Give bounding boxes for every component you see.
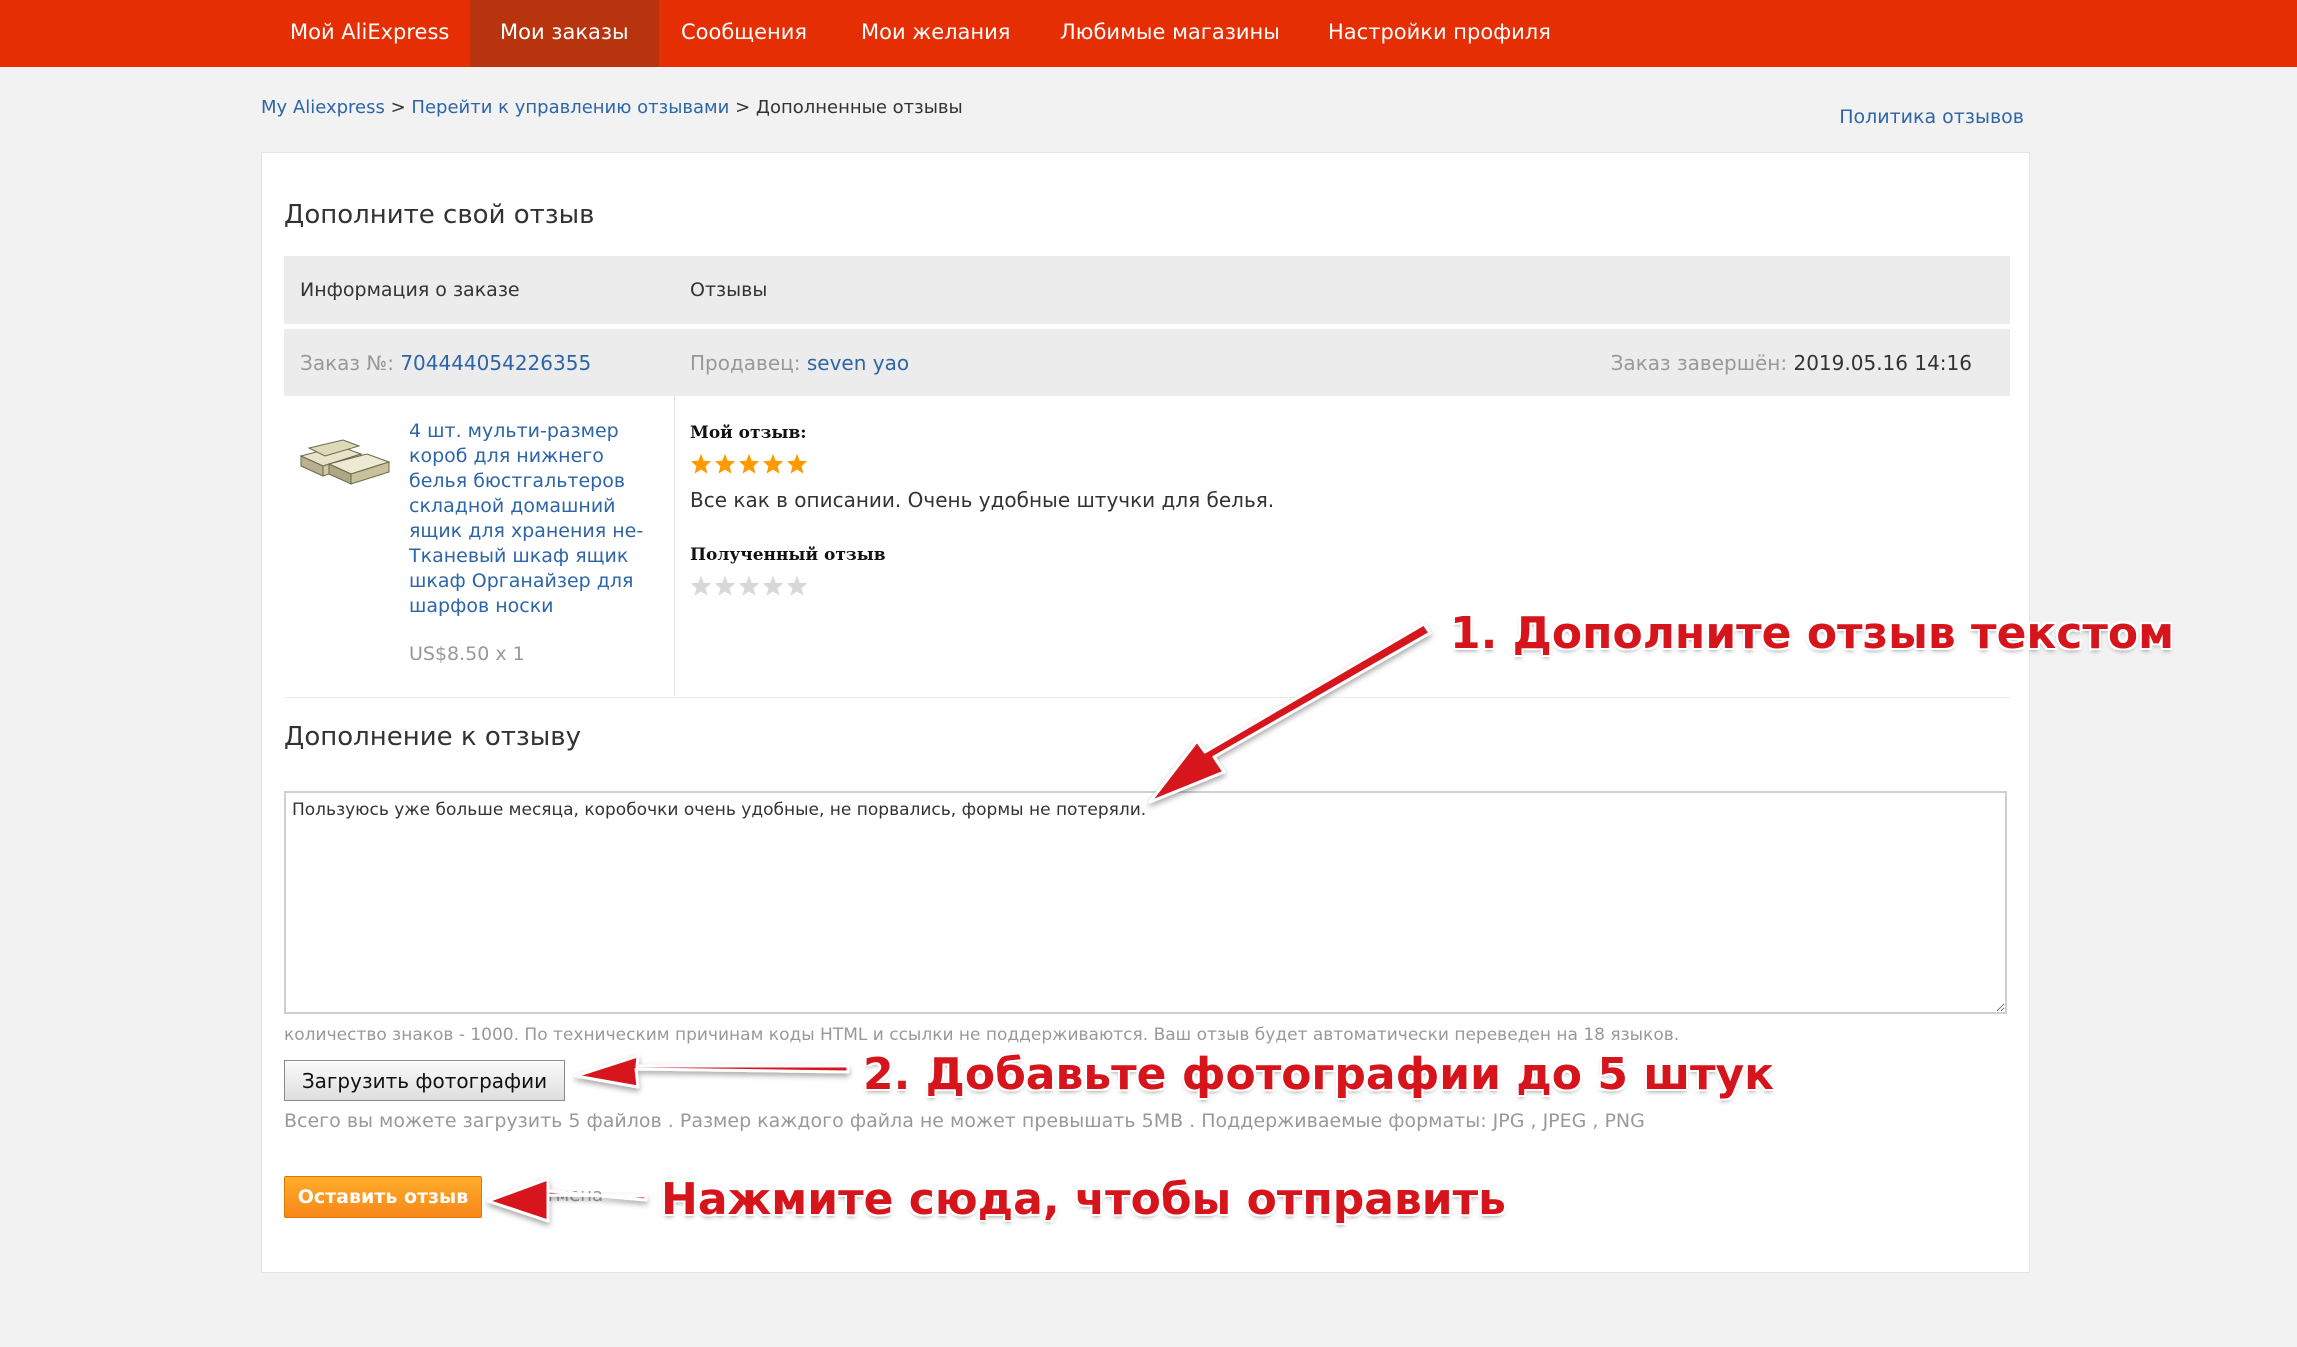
annotation-step-1: 1. Дополните отзыв текстом: [1450, 608, 2175, 659]
product-thumbnail[interactable]: [299, 436, 391, 488]
seller-label: Продавец:: [690, 351, 807, 375]
review-policy-link[interactable]: Политика отзывов: [1839, 106, 2024, 128]
supplement-title: Дополнение к отзыву: [284, 722, 581, 752]
product-title-link[interactable]: 4 шт. мульти-размер короб для нижнего бе…: [409, 419, 659, 619]
submit-review-button[interactable]: Оставить отзыв: [284, 1176, 482, 1218]
section-divider: [284, 697, 2010, 698]
received-review-label: Полученный отзыв: [690, 545, 886, 565]
star-filled-icon: [786, 453, 808, 474]
page-title: Дополните свой отзыв: [284, 200, 595, 230]
my-review-rating: [690, 453, 808, 475]
upload-photos-button[interactable]: Загрузить фотографии: [284, 1060, 565, 1101]
seller: Продавец: seven yao: [690, 351, 909, 375]
star-filled-icon: [690, 453, 712, 474]
breadcrumb-separator: >: [729, 97, 756, 118]
seller-link[interactable]: seven yao: [807, 351, 909, 375]
breadcrumb-current: Дополненные отзывы: [755, 97, 963, 118]
column-header-reviews: Отзывы: [690, 279, 768, 301]
star-filled-icon: [714, 453, 736, 474]
order-number-label: Заказ №:: [300, 351, 401, 375]
order-completed-label: Заказ завершён:: [1610, 351, 1794, 375]
star-empty-icon: [738, 575, 760, 596]
breadcrumb-separator: >: [384, 97, 412, 118]
character-limit-hint: количество знаков - 1000. По техническим…: [284, 1025, 1680, 1045]
order-number-link[interactable]: 704444054226355: [400, 351, 591, 375]
star-filled-icon: [762, 453, 784, 474]
breadcrumb: My Aliexpress > Перейти к управлению отз…: [261, 97, 963, 118]
supplement-review-textarea[interactable]: [284, 791, 2007, 1014]
table-header: Информация о заказе Отзывы: [284, 256, 2010, 324]
order-completed-date: 2019.05.16 14:16: [1793, 351, 1972, 375]
nav-item-my-orders[interactable]: Мои заказы: [470, 0, 659, 67]
star-empty-icon: [762, 575, 784, 596]
order-row: Заказ №: 704444054226355 Продавец: seven…: [284, 329, 2010, 396]
nav-item-wishlist[interactable]: Мои желания: [831, 0, 1040, 67]
nav-item-messages[interactable]: Сообщения: [651, 0, 837, 67]
breadcrumb-home-link[interactable]: My Aliexpress: [261, 97, 385, 118]
product-price: US$8.50 x 1: [409, 643, 525, 665]
column-header-order-info: Информация о заказе: [300, 279, 520, 301]
annotation-step-2: 2. Добавьте фотографии до 5 штук: [863, 1049, 1775, 1100]
star-filled-icon: [738, 453, 760, 474]
upload-hint: Всего вы можете загрузить 5 файлов . Раз…: [284, 1110, 1645, 1132]
my-review-label: Мой отзыв:: [690, 423, 807, 443]
nav-item-profile-settings[interactable]: Настройки профиля: [1298, 0, 1581, 67]
order-completed: Заказ завершён: 2019.05.16 14:16: [1611, 351, 1972, 375]
star-empty-icon: [714, 575, 736, 596]
annotation-step-3: Нажмите сюда, чтобы отправить: [661, 1174, 1506, 1225]
breadcrumb-manage-reviews-link[interactable]: Перейти к управлению отзывами: [411, 97, 729, 118]
top-navigation: Мой AliExpress Мои заказы Сообщения Мои …: [0, 0, 2297, 67]
star-empty-icon: [690, 575, 712, 596]
nav-item-my-aliexpress[interactable]: Мой AliExpress: [260, 0, 479, 67]
column-divider: [674, 396, 675, 696]
received-review-rating: [690, 575, 808, 597]
my-review-text: Все как в описании. Очень удобные штучки…: [690, 488, 1275, 512]
order-number: Заказ №: 704444054226355: [300, 351, 591, 375]
star-empty-icon: [786, 575, 808, 596]
cancel-link[interactable]: Отмена: [531, 1185, 603, 1206]
nav-item-favorite-stores[interactable]: Любимые магазины: [1030, 0, 1310, 67]
